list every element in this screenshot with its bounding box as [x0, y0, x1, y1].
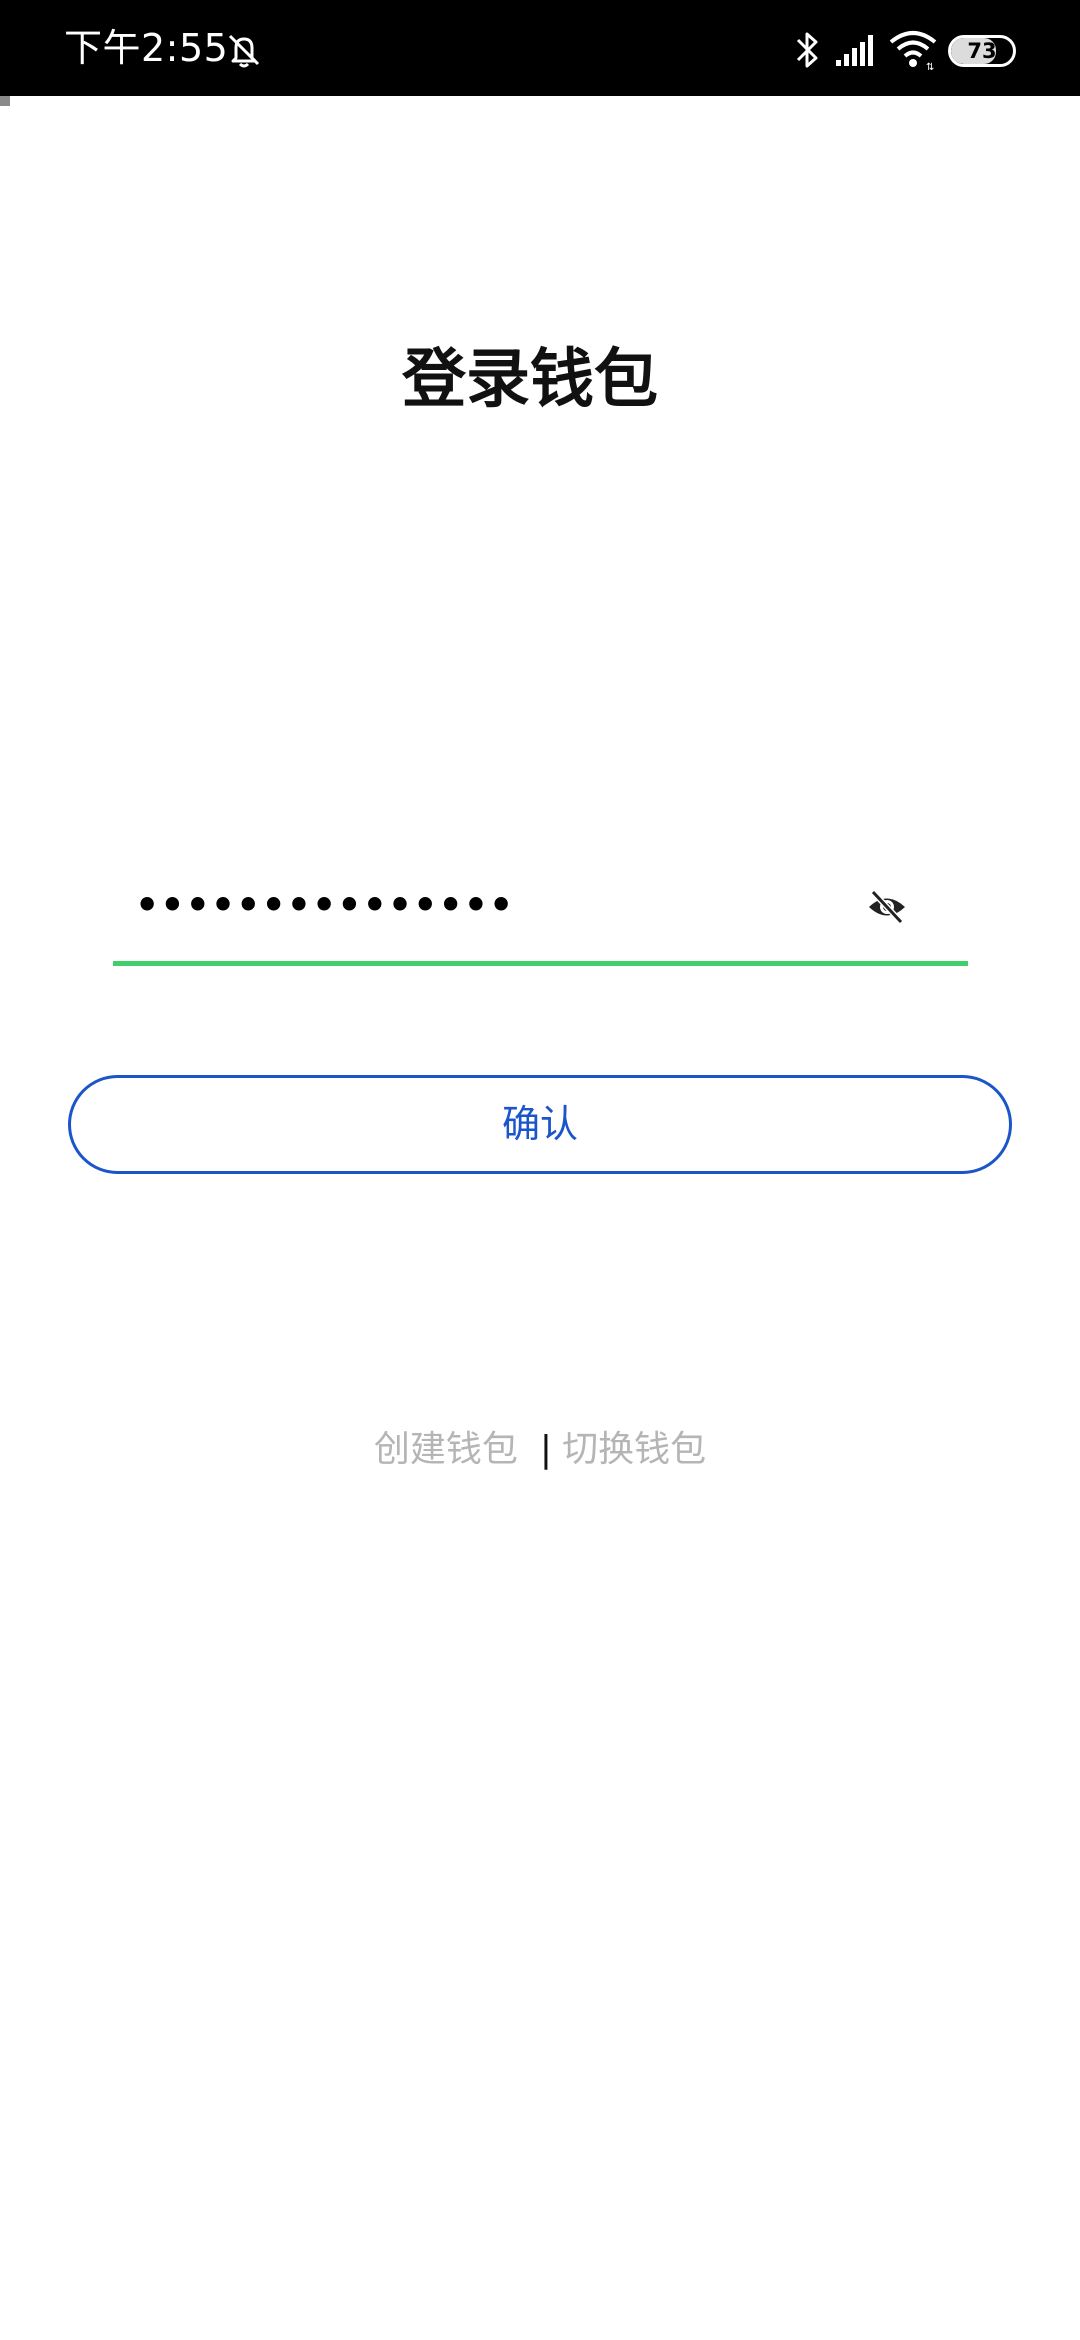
link-separator: | — [539, 1429, 553, 1470]
bluetooth-icon — [796, 32, 818, 68]
page-title: 登录钱包 — [402, 343, 658, 417]
bell-off-icon — [228, 34, 260, 68]
password-input[interactable]: ••••••••••••••• — [135, 880, 514, 930]
cellular-signal-icon — [836, 35, 873, 66]
field-underline — [113, 961, 968, 966]
svg-text:⇅: ⇅ — [926, 62, 934, 72]
battery-level: 73 — [967, 39, 997, 63]
eye-off-icon[interactable] — [866, 886, 908, 928]
create-wallet-link[interactable]: 创建钱包 — [374, 1429, 518, 1470]
corner-marker — [0, 96, 10, 106]
wallet-links: 创建钱包 | 切换钱包 — [0, 1424, 1080, 1476]
battery-icon: 73 — [948, 35, 1016, 67]
confirm-button[interactable]: 确认 — [68, 1075, 1012, 1174]
password-field[interactable]: ••••••••••••••• — [113, 856, 968, 966]
status-time: 下午2:55 — [64, 26, 229, 70]
wifi-icon: ⇅ — [889, 31, 937, 72]
login-screen: 下午2:55 ⇅ 73 登录钱包 ••••••••••••••• 确认 创建钱包… — [0, 0, 1080, 2340]
switch-wallet-link[interactable]: 切换钱包 — [562, 1429, 706, 1470]
status-bar: 下午2:55 ⇅ 73 — [0, 0, 1080, 96]
